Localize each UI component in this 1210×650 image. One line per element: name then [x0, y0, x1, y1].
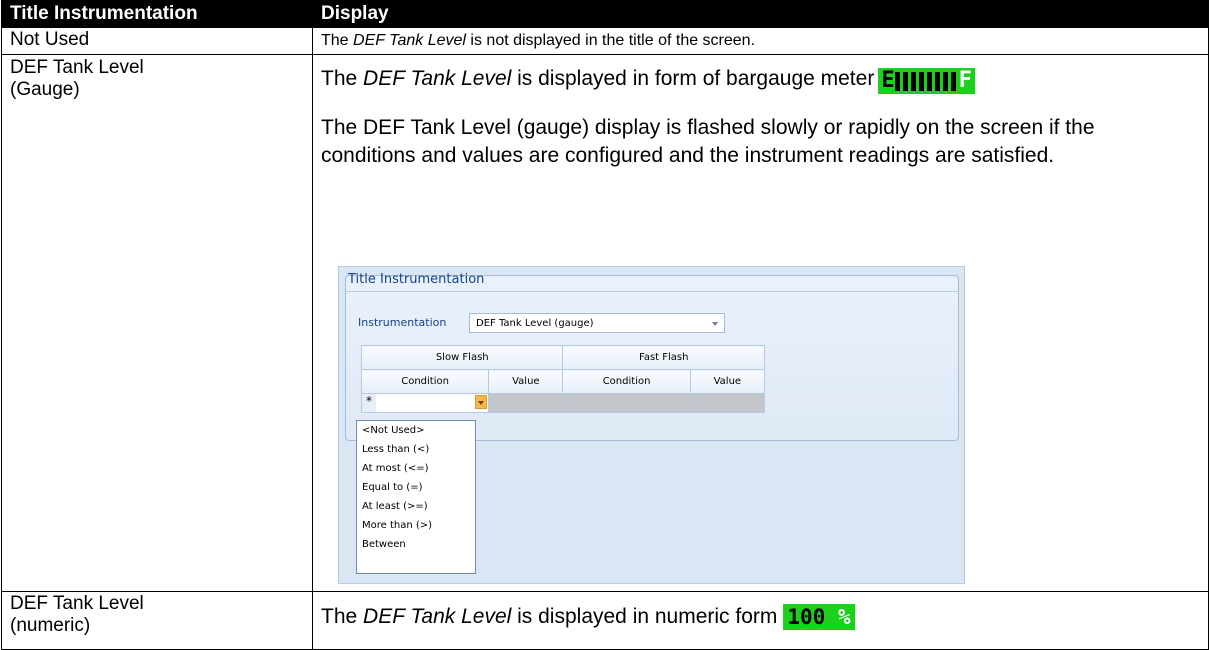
instrumentation-combo[interactable]: DEF Tank Level (gauge) — [469, 313, 725, 333]
value-header: Value — [689, 369, 766, 394]
group-title: Title Instrumentation — [348, 272, 485, 287]
title-instrumentation-screenshot: Title Instrumentation Instrumentation DE… — [338, 266, 965, 584]
chevron-down-icon[interactable] — [712, 322, 718, 326]
gauge-bar — [894, 71, 900, 91]
dropdown-item[interactable]: Between — [357, 535, 475, 554]
value-header: Value — [488, 369, 564, 394]
flash-description: The DEF Tank Level (gauge) display is fl… — [321, 116, 1095, 167]
gauge-bar — [950, 71, 956, 91]
gauge-bars — [894, 68, 959, 94]
row-description: The DEF Tank Level is not displayed in t… — [312, 27, 1209, 55]
divider — [346, 291, 958, 292]
table-row: Not Used The DEF Tank Level is not displ… — [1, 27, 1209, 55]
slow-flash-header: Slow Flash — [360, 345, 564, 370]
row-label-numeric: DEF Tank Level (numeric) — [1, 591, 313, 650]
value-cell[interactable] — [689, 393, 766, 413]
instrumentation-label: Instrumentation — [358, 316, 447, 329]
dropdown-item[interactable]: More than (>) — [357, 516, 475, 535]
title-instrumentation-group: Title Instrumentation Instrumentation DE… — [345, 272, 959, 441]
header-title-instrumentation: Title Instrumentation — [1, 0, 313, 28]
bargauge-meter: EF — [878, 68, 975, 94]
header-display: Display — [312, 0, 1209, 28]
gauge-bar — [918, 71, 924, 91]
row-label-not-used: Not Used — [1, 27, 313, 55]
condition-dropdown-list: <Not Used> Less than (<) At most (<=) Equal… — [356, 420, 476, 574]
dropdown-item[interactable]: Equal to (=) — [357, 478, 475, 497]
condition-header: Condition — [360, 369, 490, 394]
gauge-bar — [902, 71, 908, 91]
new-row[interactable]: * — [360, 393, 766, 413]
table-row: DEF Tank Level (numeric) The DEF Tank Le… — [1, 591, 1209, 650]
header-row: Title Instrumentation Display — [1, 0, 1209, 28]
row-description: The DEF Tank Level is displayed in numer… — [312, 591, 1209, 650]
gauge-description: The DEF Tank Level is displayed in form … — [321, 65, 1208, 94]
gauge-bar — [926, 71, 932, 91]
fast-flash-header: Fast Flash — [562, 345, 765, 370]
dropdown-item[interactable]: At most (<=) — [357, 459, 475, 478]
gauge-bar — [942, 71, 948, 91]
flash-conditions-grid: Slow Flash Fast Flash Condition Value Co… — [360, 345, 766, 413]
row-label-gauge: DEF Tank Level (Gauge) — [1, 54, 313, 592]
numeric-display: 100 % — [783, 604, 855, 630]
dropdown-item[interactable]: At least (>=) — [357, 497, 475, 516]
condition-header: Condition — [562, 369, 691, 394]
new-row-icon: * — [362, 394, 376, 412]
condition-cell[interactable] — [562, 393, 691, 413]
numeric-description: The DEF Tank Level is displayed in numer… — [321, 603, 1208, 631]
value-cell[interactable] — [488, 393, 564, 413]
dropdown-item[interactable]: <Not Used> — [357, 421, 475, 440]
gauge-bar — [934, 71, 940, 91]
gauge-bar — [910, 71, 916, 91]
dropdown-button[interactable] — [475, 395, 488, 409]
condition-cell-editor[interactable]: * — [360, 393, 490, 413]
dropdown-item[interactable]: Less than (<) — [357, 440, 475, 459]
